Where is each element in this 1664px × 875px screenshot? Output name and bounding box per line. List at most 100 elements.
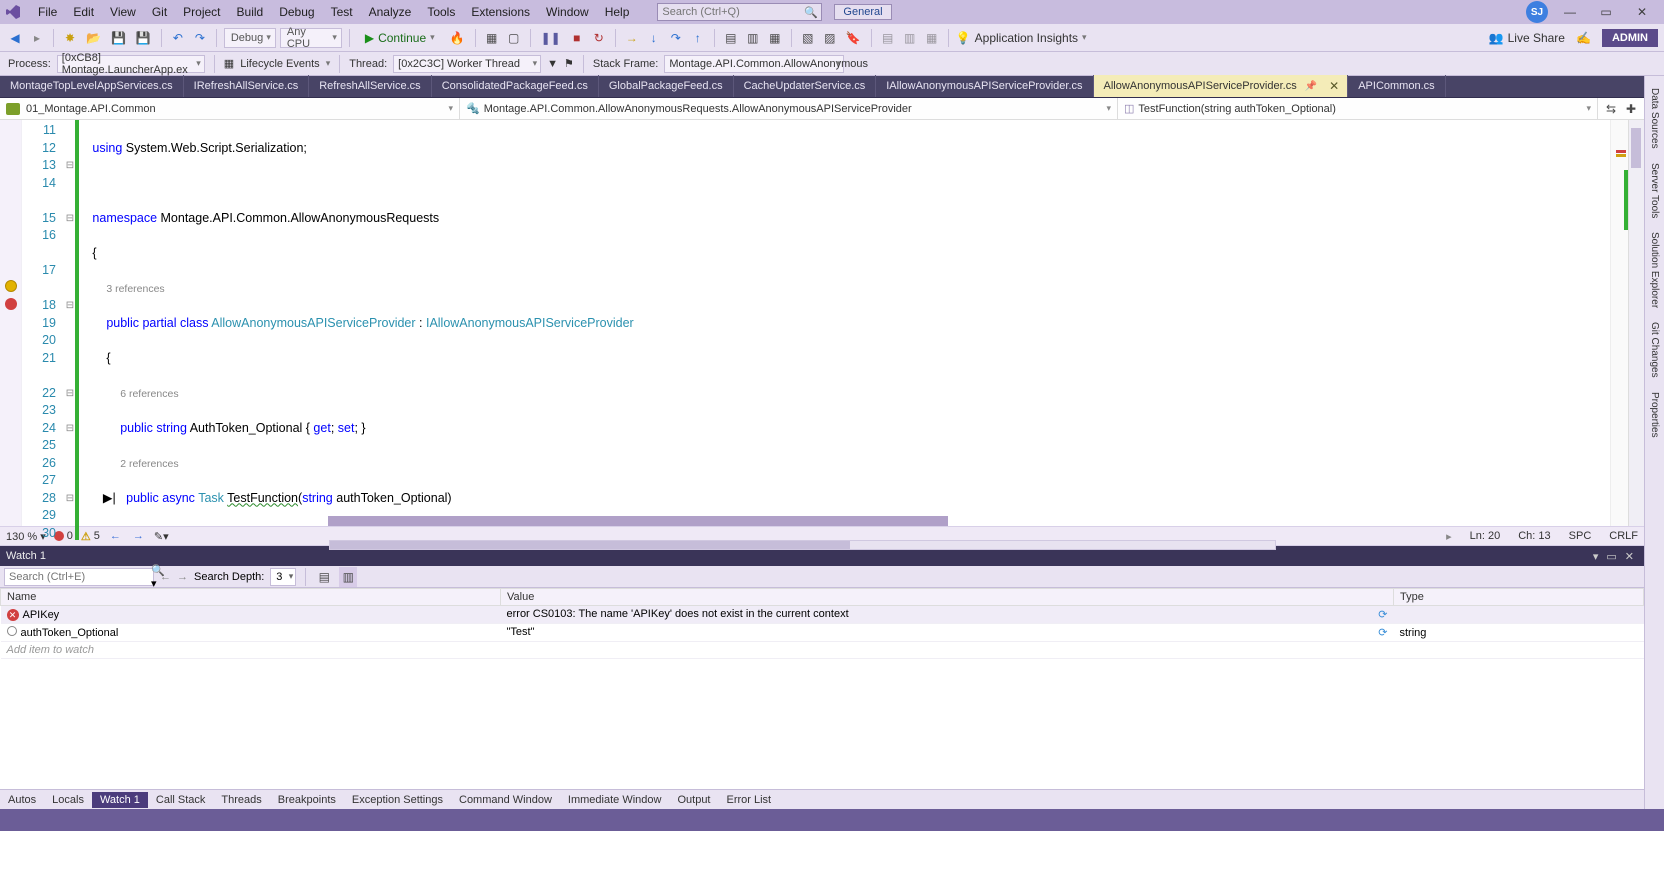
menu-tools[interactable]: Tools [419,2,463,22]
open-icon[interactable]: 📂 [83,28,104,48]
split-add-icon[interactable]: ✚ [1622,99,1640,119]
watch-options-icon[interactable]: ▥ [339,567,357,587]
side-tab-server-tools[interactable]: Server Tools [1648,157,1661,224]
pen-icon[interactable]: ✎▾ [154,530,169,543]
bottom-tab-threads[interactable]: Threads [213,792,269,808]
bottom-tab-breakpoints[interactable]: Breakpoints [270,792,344,808]
step-over-icon[interactable]: ↷ [667,28,685,48]
code-editor[interactable]: 11121314 1516 17 18192021 22232425262728… [0,120,1644,526]
bottom-tab-callstack[interactable]: Call Stack [148,792,214,808]
restart-icon[interactable]: ↻ [590,28,608,48]
menu-test[interactable]: Test [323,2,361,22]
app-insights-dropdown[interactable]: 💡 Application Insights ▾ [956,31,1087,45]
step-screenshot-icon[interactable]: ▢ [505,28,523,48]
scrollbar-thumb[interactable] [1631,128,1641,168]
stack-frame-dropdown[interactable]: Montage.API.Common.AllowAnonymous [664,55,844,73]
toolbar-icon-d[interactable]: ▧ [799,28,817,48]
side-tab-git-changes[interactable]: Git Changes [1648,316,1661,384]
save-all-icon[interactable]: 💾 [133,28,154,48]
search-next-icon[interactable]: → [177,571,188,583]
watch-filter-icon[interactable]: ▤ [315,567,333,587]
configuration-dropdown[interactable]: Debug [224,28,276,48]
live-share-button[interactable]: 👥 Live Share [1489,31,1565,45]
overview-ruler[interactable] [1610,120,1628,526]
step-out-icon[interactable]: ↑ [689,28,707,48]
menu-extensions[interactable]: Extensions [463,2,538,22]
breakpoint-gutter[interactable] [0,120,22,526]
toolbar-icon-c[interactable]: ▦ [766,28,784,48]
toolbar-icon-h[interactable]: ▦ [923,28,941,48]
stop-icon[interactable]: ■ [568,28,586,48]
platform-dropdown[interactable]: Any CPU [280,28,342,48]
refresh-icon[interactable]: ⟳ [1378,626,1387,639]
menu-edit[interactable]: Edit [65,2,102,22]
menu-git[interactable]: Git [144,2,175,22]
quick-search[interactable]: 🔍 [657,3,822,21]
vertical-scrollbar[interactable] [1628,120,1644,526]
side-tab-data-sources[interactable]: Data Sources [1648,82,1661,155]
bottom-tab-exception-settings[interactable]: Exception Settings [344,792,451,808]
menu-build[interactable]: Build [229,2,272,22]
feedback-icon[interactable]: ✍ [1573,28,1594,48]
toolbar-icon-a[interactable]: ▤ [722,28,740,48]
document-tab[interactable]: RefreshAllService.cs [309,75,431,97]
thread-filter-icon[interactable]: ▼ [547,58,558,70]
redo-icon[interactable]: ↷ [191,28,209,48]
fold-gutter[interactable]: ⊟ ⊟ ⊟ ⊟ ⊟ ⊟ [62,120,78,526]
user-avatar[interactable]: SJ [1526,1,1548,23]
menu-window[interactable]: Window [538,2,597,22]
type-dropdown[interactable]: 🔩 Montage.API.Common.AllowAnonymousReque… [460,98,1118,119]
search-prev-icon[interactable]: ← [160,571,171,583]
toolbar-icon-b[interactable]: ▥ [744,28,762,48]
panel-maximize-icon[interactable]: ▭ [1602,550,1620,563]
document-tab[interactable]: ConsolidatedPackageFeed.cs [432,75,599,97]
bottom-tab-watch1[interactable]: Watch 1 [92,792,148,808]
close-icon[interactable]: ✕ [1628,3,1656,21]
document-tab[interactable]: IRefreshAllService.cs [184,75,310,97]
watch-row[interactable]: authToken_Optional "Test"⟳ string [1,624,1644,642]
project-dropdown[interactable]: 01_Montage.API.Common [0,98,460,119]
watch-search[interactable]: 🔍▾ [4,568,154,586]
indent-mode[interactable]: SPC [1569,530,1592,543]
document-tab[interactable]: IAllowAnonymousAPIServiceProvider.cs [876,75,1093,97]
horizontal-scrollbar[interactable] [328,516,948,526]
panel-close-icon[interactable]: ✕ [1621,550,1638,563]
watch-col-value[interactable]: Value [501,589,1394,606]
breakpoint-icon[interactable] [5,298,17,310]
menu-view[interactable]: View [102,2,144,22]
watch-search-input[interactable] [9,571,151,583]
continue-button[interactable]: ▶ Continue ▾ [357,28,443,48]
process-dropdown[interactable]: [0xCB8] Montage.LauncherApp.ex [57,55,205,73]
watch-row[interactable]: ✕APIKey error CS0103: The name 'APIKey' … [1,606,1644,624]
bottom-tab-output[interactable]: Output [669,792,718,808]
new-item-icon[interactable]: ✸ [61,28,79,48]
line-endings[interactable]: CRLF [1609,530,1638,543]
document-tab[interactable]: APICommon.cs [1348,75,1445,97]
nav-next-icon[interactable]: → [131,530,146,542]
split-vertical-icon[interactable]: ⇆ [1602,99,1620,119]
hot-reload-icon[interactable]: 🔥 [447,28,468,48]
menu-analyze[interactable]: Analyze [361,2,420,22]
bottom-tab-autos[interactable]: Autos [0,792,44,808]
maximize-icon[interactable]: ▭ [1592,3,1620,21]
watch-col-type[interactable]: Type [1394,589,1644,606]
thread-flag-icon[interactable]: ⚑ [564,57,574,70]
code-area[interactable]: using System.Web.Script.Serialization; n… [78,120,1610,526]
minimize-icon[interactable]: — [1556,3,1584,21]
close-tab-icon[interactable]: ✕ [1325,79,1343,93]
breakpoint-current-icon[interactable] [5,280,17,292]
step-snapshot-icon[interactable]: ▦ [483,28,501,48]
nav-fwd-icon[interactable]: ▸ [28,28,46,48]
lifecycle-icon[interactable]: ▦ [224,57,234,70]
nav-prev-icon[interactable]: ← [108,530,123,542]
nav-back-icon[interactable]: ◀ [6,28,24,48]
save-icon[interactable]: 💾 [108,28,129,48]
bottom-tab-command-window[interactable]: Command Window [451,792,560,808]
document-tab[interactable]: MontageTopLevelAppServices.cs [0,75,184,97]
search-depth-dropdown[interactable]: 3 [270,568,296,586]
refresh-icon[interactable]: ⟳ [1378,608,1387,621]
watch-add-row[interactable]: Add item to watch [1,642,1644,659]
undo-icon[interactable]: ↶ [169,28,187,48]
thread-dropdown[interactable]: [0x2C3C] Worker Thread [393,55,541,73]
bookmark-icon[interactable]: 🔖 [843,28,864,48]
